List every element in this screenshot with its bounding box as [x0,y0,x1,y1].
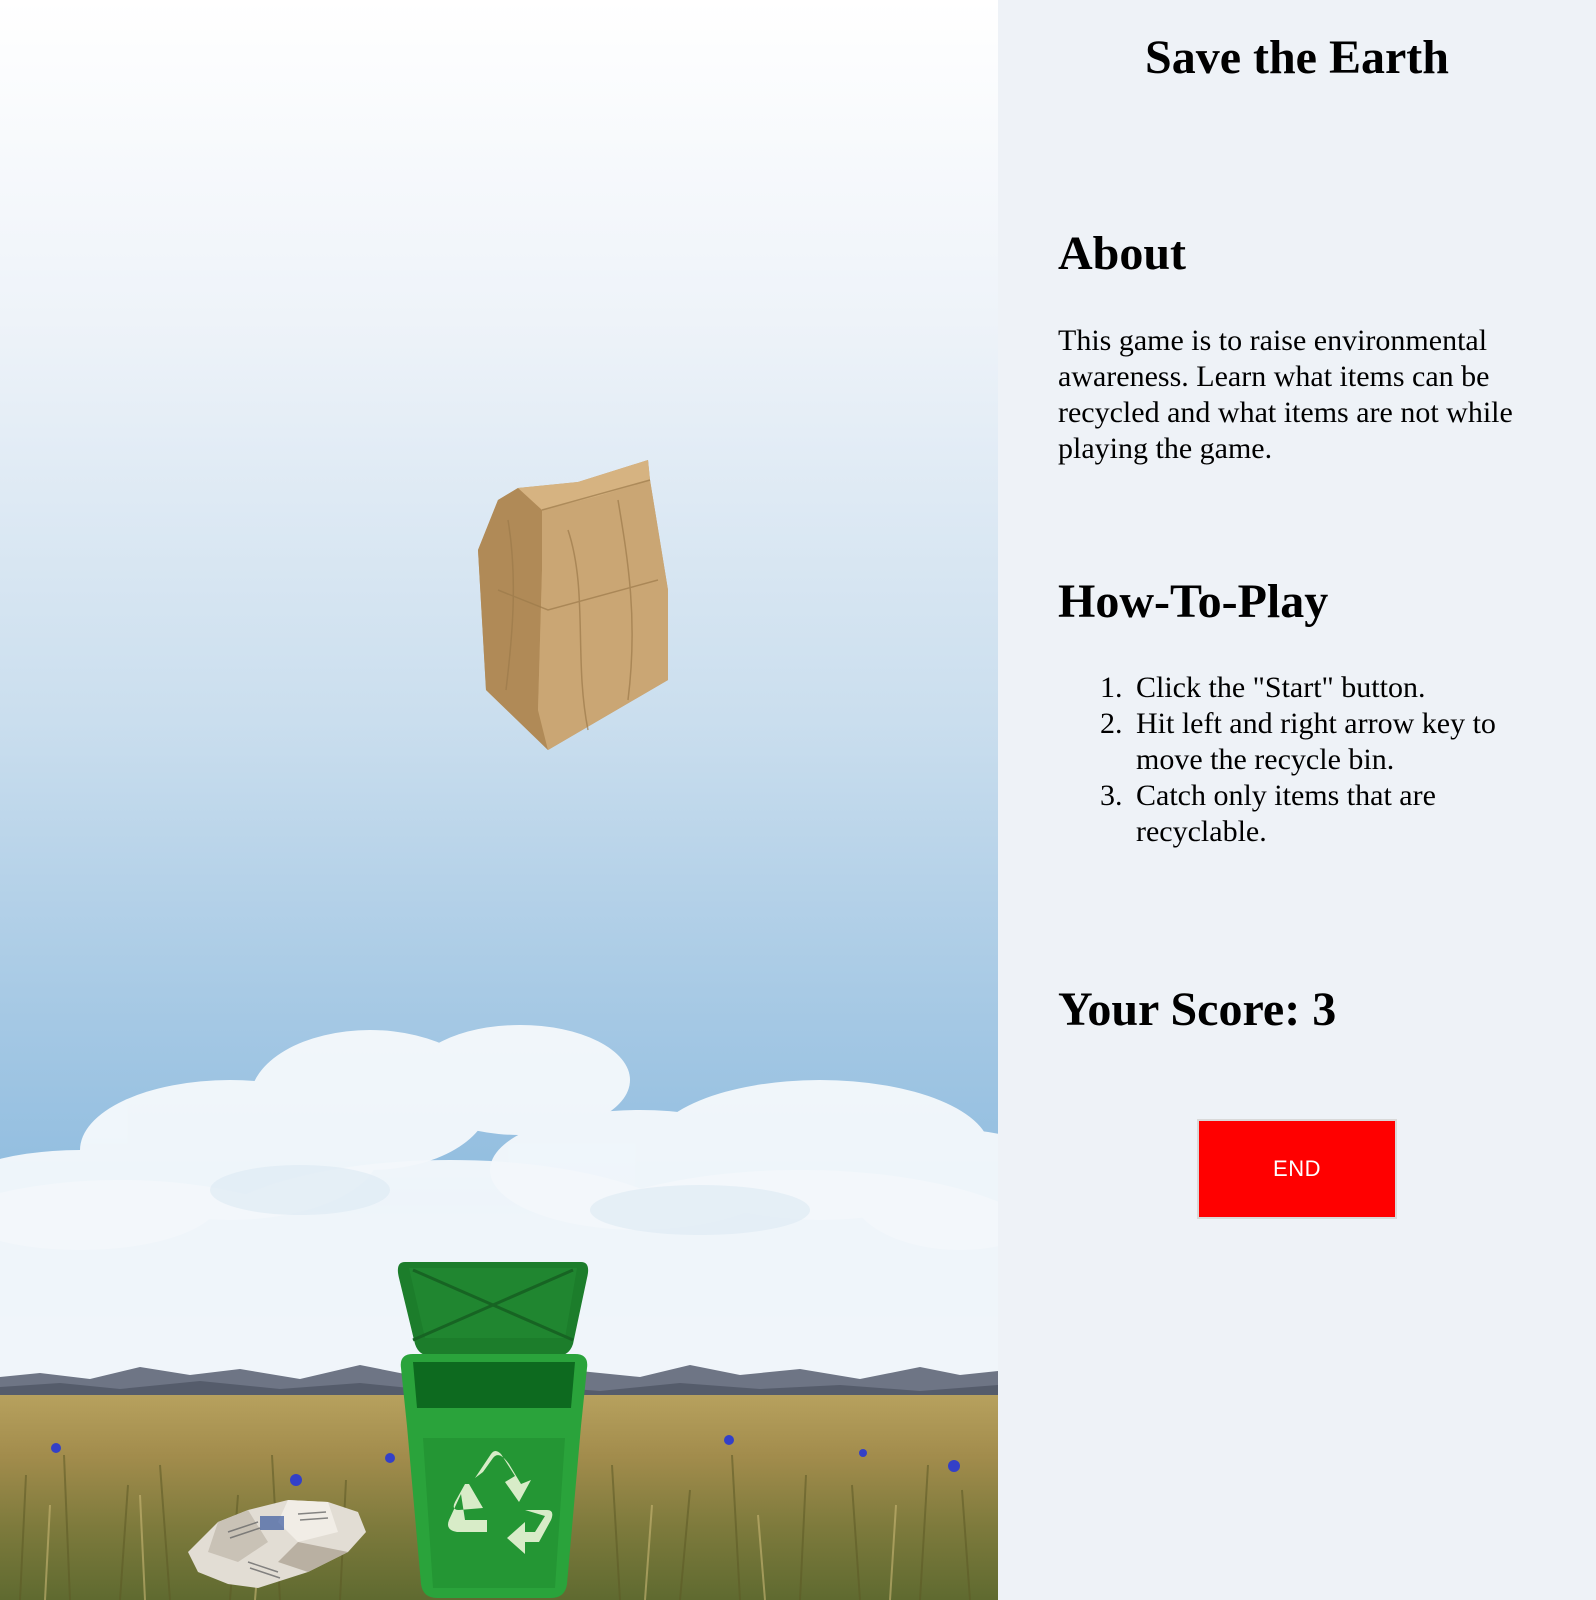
game-area[interactable] [0,0,998,1600]
falling-paper-bag [478,460,668,750]
about-heading: About [1058,227,1187,280]
step-number: 3. [1100,779,1123,812]
step-number: 2. [1100,707,1123,740]
step-text: Hit left and right arrow key to move the… [1136,707,1496,776]
step-text: Click the "Start" button. [1136,671,1426,704]
sidebar: Save the Earth About This game is to rai… [998,0,1596,1600]
how-to-play-heading: How-To-Play [1058,575,1329,628]
step-number: 1. [1100,671,1123,704]
about-text: This game is to raise environmental awar… [1058,324,1513,465]
list-item: 1. Click the "Start" button. [1076,670,1536,706]
recycle-bin[interactable] [395,1258,605,1600]
list-item: 3. Catch only items that are recyclable. [1076,778,1536,850]
step-text: Catch only items that are recyclable. [1136,779,1436,848]
end-button[interactable]: END [1197,1119,1397,1219]
crumpled-newspaper [188,1500,366,1588]
how-to-play-steps: 1. Click the "Start" button. 2. Hit left… [1076,670,1536,850]
list-item: 2. Hit left and right arrow key to move … [1076,706,1536,778]
page-title: Save the Earth [1145,31,1449,84]
score-display: Your Score: 3 [1058,983,1337,1036]
